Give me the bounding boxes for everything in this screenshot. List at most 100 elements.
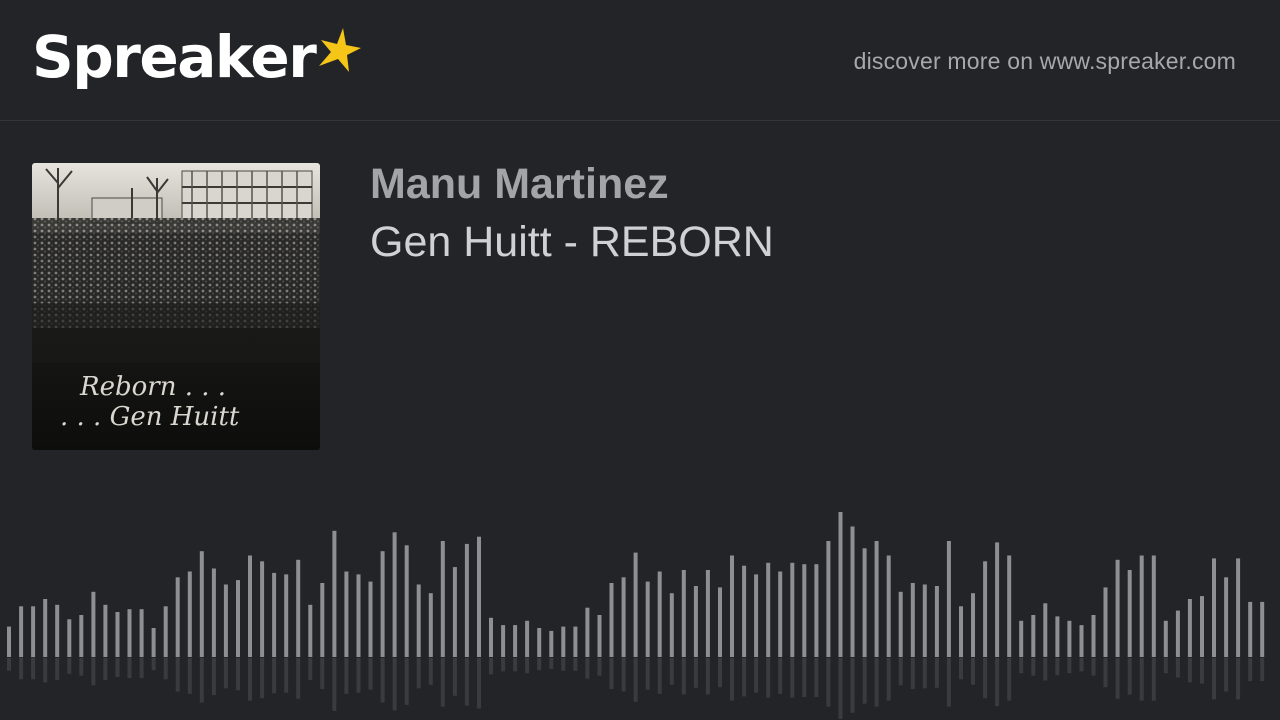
waveform-bar-reflection xyxy=(211,658,216,696)
waveform-bar-reflection xyxy=(934,658,939,688)
waveform-bar xyxy=(874,541,879,657)
discover-link[interactable]: discover more on www.spreaker.com xyxy=(854,48,1236,75)
waveform-bar xyxy=(790,562,795,658)
waveform-bar xyxy=(344,571,349,657)
logo-text: Spreaker xyxy=(32,23,317,91)
waveform-bar-reflection xyxy=(356,658,361,693)
waveform-bar-reflection xyxy=(489,658,493,675)
waveform-bar xyxy=(428,593,433,657)
waveform-bar-reflection xyxy=(922,658,927,689)
waveform-bar-reflection xyxy=(537,658,542,671)
waveform-bar xyxy=(55,604,60,657)
waveform-bar-reflection xyxy=(549,658,554,669)
waveform-bar-reflection xyxy=(260,658,265,699)
waveform-bar-reflection xyxy=(248,658,252,701)
waveform-bar xyxy=(79,615,84,657)
waveform-bar-reflection xyxy=(1091,658,1096,676)
waveform-bar-reflection xyxy=(392,658,397,711)
waveform-bar-reflection xyxy=(332,658,337,711)
waveform-bar xyxy=(1200,596,1204,657)
waveform-bar xyxy=(573,626,578,657)
waveform-bar xyxy=(368,581,373,657)
waveform-bar-reflection xyxy=(31,658,36,680)
waveform-bar-reflection xyxy=(561,658,566,671)
waveform-bar-reflection xyxy=(705,658,710,695)
waveform-bar-reflection xyxy=(597,658,602,676)
waveform-bar-reflection xyxy=(1043,658,1048,681)
waveform-bar-reflection xyxy=(802,658,807,697)
waveform-bar xyxy=(211,568,216,657)
waveform-bar-reflection xyxy=(838,658,843,719)
waveform-bar-reflection xyxy=(850,658,855,713)
waveform-bar xyxy=(730,555,734,657)
waveform-bar-reflection xyxy=(440,658,445,707)
spreaker-logo[interactable]: Spreaker xyxy=(32,23,362,91)
waveform-bar-reflection xyxy=(910,658,915,690)
waveform-bar-reflection xyxy=(7,658,11,671)
waveform-bar xyxy=(1067,620,1072,658)
waveform-bar xyxy=(440,541,445,657)
waveform-bar-reflection xyxy=(1236,658,1241,700)
waveform-bar xyxy=(163,606,168,658)
waveform-bar xyxy=(332,530,337,657)
waveform-bar xyxy=(826,541,831,657)
waveform-bar-reflection xyxy=(995,658,1000,707)
waveform-bar xyxy=(633,552,638,657)
waveform-bar-reflection xyxy=(187,658,192,694)
waveform-bar xyxy=(681,570,686,657)
waveform-bar xyxy=(657,571,662,657)
episode-title[interactable]: Gen Huitt - REBORN xyxy=(370,218,774,267)
waveform-bar-reflection xyxy=(477,658,481,709)
waveform-bar xyxy=(139,609,144,658)
waveform-bar xyxy=(525,620,530,658)
waveform-bar-reflection xyxy=(946,658,951,707)
cover-caption-line1: Reborn . . . xyxy=(79,372,226,402)
waveform-bar-reflection xyxy=(452,658,457,696)
header-bar: Spreaker discover more on www.spreaker.c… xyxy=(0,0,1280,121)
waveform-bar-reflection xyxy=(296,658,301,699)
waveform-bar-reflection xyxy=(163,658,168,680)
waveform-bar-reflection xyxy=(886,658,891,701)
waveform-bar-reflection xyxy=(669,658,674,685)
episode-author[interactable]: Manu Martinez xyxy=(370,160,669,209)
waveform-bar xyxy=(1212,558,1216,657)
waveform-bar-reflection xyxy=(19,658,24,680)
audio-waveform[interactable] xyxy=(0,490,1280,720)
waveform-bar-reflection xyxy=(416,658,421,689)
waveform-bar xyxy=(127,609,132,658)
waveform-bar-reflection xyxy=(1007,658,1012,701)
waveform-bar xyxy=(272,572,277,657)
waveform-bar-reflection xyxy=(874,658,879,707)
waveform-bar xyxy=(995,542,1000,657)
waveform-bar xyxy=(7,626,11,657)
waveform-bar xyxy=(67,619,72,657)
waveform-bar xyxy=(645,581,650,657)
waveform-bar xyxy=(1007,555,1012,657)
waveform-bar-reflection xyxy=(1079,658,1084,672)
waveform-bar xyxy=(416,584,421,657)
waveform-bar-reflection xyxy=(368,658,373,690)
waveform-bar xyxy=(561,626,566,657)
waveform-bar xyxy=(597,615,602,657)
waveform-bar-reflection xyxy=(1055,658,1060,676)
waveform-bar-reflection xyxy=(633,658,638,702)
star-icon xyxy=(319,28,362,72)
waveform-bar xyxy=(404,545,409,657)
waveform-bar xyxy=(1079,625,1084,657)
waveform-bar-reflection xyxy=(79,658,84,676)
waveform-bar-reflection xyxy=(898,658,903,686)
waveform-bar xyxy=(537,628,542,657)
waveform-bar xyxy=(477,536,481,657)
waveform-bar-reflection xyxy=(464,658,469,706)
waveform-bar xyxy=(609,583,614,657)
waveform-bar xyxy=(115,612,120,657)
waveform-bar-reflection xyxy=(754,658,759,693)
waveform-bar xyxy=(549,630,554,657)
waveform-bar xyxy=(151,628,156,657)
waveform-bar-reflection xyxy=(718,658,722,688)
waveform-bar xyxy=(1115,559,1120,657)
waveform-bar xyxy=(31,606,36,658)
waveform-bar xyxy=(380,551,385,657)
waveform-bar xyxy=(175,577,180,658)
waveform-bar xyxy=(742,565,747,657)
